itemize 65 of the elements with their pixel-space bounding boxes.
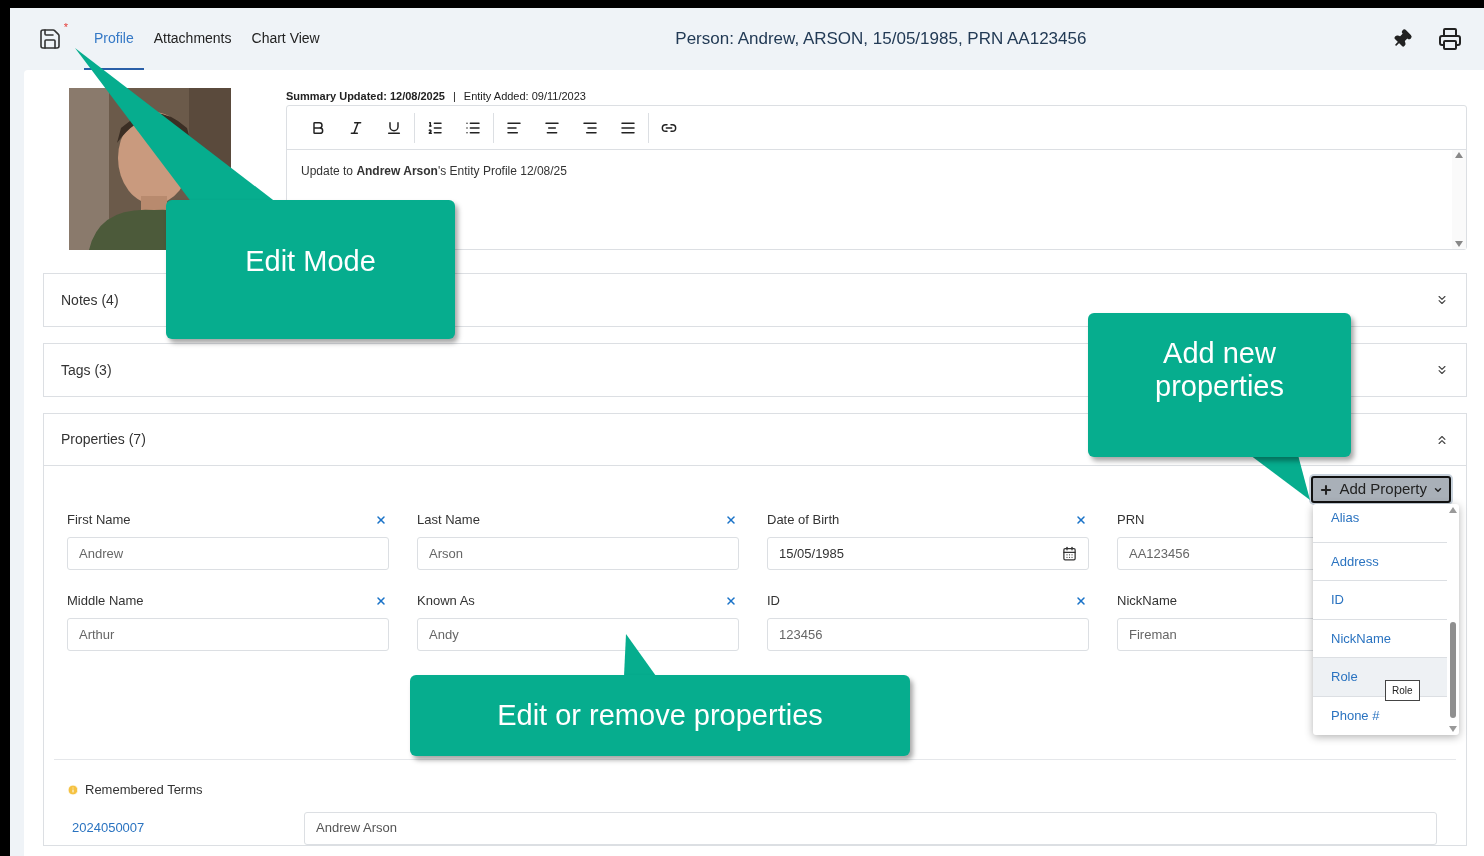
tooltip: Role — [1385, 680, 1420, 701]
remove-button[interactable] — [725, 595, 737, 607]
menu-item[interactable]: Alias — [1313, 504, 1447, 543]
field-label: NickName — [1117, 592, 1177, 611]
save-icon[interactable] — [38, 27, 62, 51]
text-field[interactable]: Arthur — [67, 618, 389, 651]
expand-icon[interactable] — [1435, 293, 1449, 307]
scroll-down-icon[interactable] — [1449, 726, 1457, 732]
scrollbar[interactable] — [1452, 150, 1466, 249]
scroll-down-icon[interactable] — [1455, 241, 1463, 247]
remove-button[interactable] — [375, 595, 387, 607]
field-value: 15/05/1985 — [779, 544, 845, 563]
text-field[interactable]: Arson — [417, 537, 739, 570]
field-label: Date of Birth — [767, 511, 840, 530]
field-label: Middle Name — [67, 592, 144, 611]
plus-icon — [1319, 482, 1334, 497]
date-field[interactable]: 15/05/1985 — [767, 537, 1089, 570]
field-value: Andrew Arson — [316, 819, 397, 838]
remove-button[interactable] — [1075, 514, 1087, 526]
window-title: Person: Andrew, ARSON, 15/05/1985, PRN AA123456 — [675, 28, 1087, 51]
field-value: 123456 — [779, 625, 823, 644]
panel-title[interactable]: Properties (7) — [61, 429, 146, 450]
field-value: Andrew — [79, 544, 124, 563]
field-value: AA123456 — [1129, 544, 1190, 563]
field-label: First Name — [67, 511, 131, 530]
tab[interactable]: Attachments — [143, 8, 242, 70]
scroll-thumb[interactable] — [1450, 621, 1456, 718]
print-icon[interactable] — [1438, 27, 1462, 51]
callout-tooltip: Add new properties — [1088, 313, 1351, 457]
calendar-icon[interactable] — [1062, 546, 1077, 561]
menu-item[interactable]: ID — [1313, 581, 1447, 620]
field-value: Arson — [429, 544, 463, 563]
tab[interactable]: Chart View — [241, 8, 330, 70]
field-value: Fireman — [1129, 625, 1177, 644]
unsaved-mark: * — [63, 20, 68, 35]
text-field[interactable]: Andy — [417, 618, 739, 651]
remove-button[interactable] — [375, 514, 387, 526]
editor-text[interactable]: Update to Andrew Arson's Entity Profile 12/08/25 — [301, 162, 567, 180]
panel-title[interactable]: Tags (3) — [61, 359, 112, 381]
entity-added: Entity Added: 09/11/2023 — [463, 88, 586, 104]
term-link[interactable]: 2024050007 — [67, 818, 304, 838]
separator: | — [452, 88, 456, 104]
add-property-button[interactable]: Add Property — [1311, 476, 1451, 503]
menu-item[interactable]: Address — [1313, 542, 1447, 582]
field-label: Last Name — [417, 511, 480, 530]
callout-tooltip: Edit Mode — [166, 200, 455, 339]
info-icon — [67, 783, 79, 796]
field-label: Known As — [417, 592, 475, 611]
scroll-up-icon[interactable] — [1449, 507, 1457, 513]
field-label: ID — [767, 592, 780, 611]
scroll-up-icon[interactable] — [1455, 152, 1463, 158]
field-label: PRN — [1117, 511, 1145, 530]
callout-pointer — [1250, 455, 1312, 502]
text-field[interactable]: 123456 — [767, 618, 1089, 651]
remove-button[interactable] — [725, 514, 737, 526]
term-field[interactable]: Andrew Arson — [304, 811, 1437, 845]
summary-updated: Summary Updated: 12/08/2025 — [286, 88, 445, 104]
expand-icon[interactable] — [1435, 363, 1449, 377]
remembered-title: Remembered Terms — [85, 781, 203, 799]
text-field[interactable]: Andrew — [67, 537, 389, 570]
callout-tooltip: Edit or remove properties — [410, 675, 910, 756]
remove-button[interactable] — [1075, 595, 1087, 607]
field-value: Andy — [429, 625, 459, 644]
field-value: Arthur — [79, 625, 115, 644]
panel-title[interactable]: Notes (4) — [61, 289, 119, 311]
